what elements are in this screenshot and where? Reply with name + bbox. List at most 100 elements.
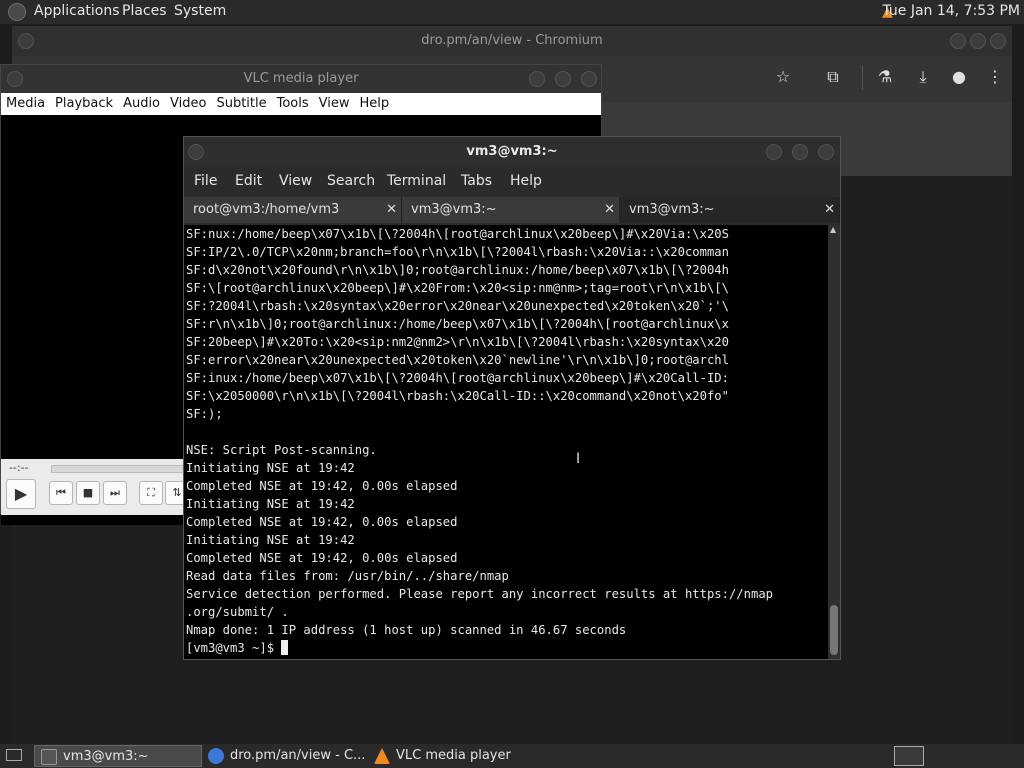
terminal-menu-file[interactable]: File	[194, 173, 217, 189]
terminal-line: SF:);	[186, 407, 223, 421]
terminal-prompt-line: [vm3@vm3 ~]$	[186, 639, 828, 657]
terminal-menu-edit[interactable]: Edit	[235, 173, 262, 189]
next-icon[interactable]: ⏭	[103, 481, 127, 505]
terminal-line: Initiating NSE at 19:42	[186, 533, 355, 547]
terminal-line: Completed NSE at 19:42, 0.00s elapsed	[186, 515, 458, 529]
vlc-menu-view[interactable]: View	[314, 93, 355, 114]
workspace-switcher[interactable]	[894, 746, 924, 766]
vlc-menu-tools[interactable]: Tools	[272, 93, 314, 114]
terminal-line: Completed NSE at 19:42, 0.00s elapsed	[186, 551, 458, 565]
close-tab-icon[interactable]: ✕	[386, 197, 397, 223]
download-icon[interactable]: ⤓	[912, 66, 934, 88]
taskbar: vm3@vm3:~ dro.pm/an/view - C... VLC medi…	[0, 744, 1024, 768]
terminal-line: Completed NSE at 19:42, 0.00s elapsed	[186, 479, 458, 493]
terminal-tab-vm3-active[interactable]: vm3@vm3:~ ✕	[620, 197, 840, 223]
terminal-menu-search[interactable]: Search	[327, 173, 375, 189]
minimize-icon[interactable]	[950, 33, 966, 49]
terminal-menu-view[interactable]: View	[279, 173, 312, 189]
terminal-line: Read data files from: /usr/bin/../share/…	[186, 569, 509, 583]
scroll-up-icon[interactable]: ▲	[830, 225, 836, 234]
terminal-menubar: File Edit View Search Terminal Tabs Help	[184, 171, 840, 193]
taskbar-label: VLC media player	[396, 748, 511, 763]
terminal-icon	[41, 749, 57, 765]
close-tab-icon[interactable]: ✕	[824, 197, 835, 223]
terminal-tabs: root@vm3:/home/vm3 ✕ vm3@vm3:~ ✕ vm3@vm3…	[184, 197, 840, 223]
terminal-scrollbar[interactable]: ▲	[828, 225, 840, 659]
vlc-menu-help[interactable]: Help	[355, 93, 395, 114]
maximize-icon[interactable]	[970, 33, 986, 49]
scrollbar-thumb[interactable]	[830, 605, 838, 655]
terminal-line: Nmap done: 1 IP address (1 host up) scan…	[186, 623, 627, 637]
vlc-menu-media[interactable]: Media	[1, 93, 50, 114]
previous-icon[interactable]: ⏮	[49, 481, 73, 505]
places-menu[interactable]: Places	[122, 3, 167, 19]
terminal-tab-root[interactable]: root@vm3:/home/vm3 ✕	[184, 197, 402, 223]
chromium-title: dro.pm/an/view - Chromium	[421, 33, 603, 48]
stop-icon[interactable]: ■	[76, 481, 100, 505]
close-icon[interactable]	[990, 33, 1006, 49]
terminal-line: SF:\x2050000\r\n\x1b\[\?2004l\rbash:\x20…	[186, 389, 729, 403]
vlc-icon	[374, 748, 390, 764]
terminal-line: SF:nux:/home/beep\x07\x1b\[\?2004h\[root…	[186, 227, 729, 241]
vlc-menu-subtitle[interactable]: Subtitle	[211, 93, 271, 114]
applications-icon[interactable]	[8, 3, 26, 21]
vlc-controls: --:-- ▶ ⏮ ■ ⏭ ⛶ ⇅	[1, 459, 191, 515]
vlc-seek-bar[interactable]	[51, 465, 187, 473]
bookmark-star-icon[interactable]: ☆	[772, 66, 794, 88]
terminal-line: SF:?2004l\rbash:\x20syntax\x20error\x20n…	[186, 299, 729, 313]
minimize-icon[interactable]	[529, 71, 545, 87]
terminal-line: .org/submit/ .	[186, 605, 289, 619]
chromium-titlebar[interactable]: dro.pm/an/view - Chromium	[12, 26, 1012, 56]
taskbar-label: dro.pm/an/view - C...	[230, 748, 366, 763]
vlc-titlebar[interactable]: VLC media player	[1, 65, 601, 93]
terminal-prompt: [vm3@vm3 ~]$	[186, 641, 282, 655]
menu-icon[interactable]: ⋮	[984, 66, 1006, 88]
terminal-line: SF:inux:/home/beep\x07\x1b\[\?2004h\[roo…	[186, 371, 729, 385]
window-menu-icon[interactable]	[7, 71, 23, 87]
system-menu[interactable]: System	[174, 3, 226, 19]
fullscreen-icon[interactable]: ⛶	[139, 481, 163, 505]
terminal-menu-terminal[interactable]: Terminal	[387, 173, 446, 189]
vlc-menu-video[interactable]: Video	[165, 93, 211, 114]
terminal-line: SF:d\x20not\x20found\r\n\x1b\]0;root@arc…	[186, 263, 729, 277]
applications-menu[interactable]: Applications	[34, 3, 120, 19]
toolbar-divider	[862, 66, 863, 90]
show-desktop-icon[interactable]	[6, 749, 22, 761]
minimize-icon[interactable]	[766, 144, 782, 160]
play-icon[interactable]: ▶	[6, 479, 36, 509]
taskbar-item-chromium[interactable]: dro.pm/an/view - C...	[202, 745, 368, 767]
terminal-line: SF:20beep\]#\x20To:\x20<sip:nm2@nm2>\r\n…	[186, 335, 729, 349]
terminal-line: SF:r\n\x1b\]0;root@archlinux:/home/beep\…	[186, 317, 729, 331]
text-cursor-icon: I	[576, 451, 581, 467]
terminal-line: Initiating NSE at 19:42	[186, 497, 355, 511]
terminal-window: vm3@vm3:~ File Edit View Search Terminal…	[183, 136, 841, 660]
vlc-menu-playback[interactable]: Playback	[50, 93, 118, 114]
extensions-icon[interactable]: ⧉	[822, 66, 844, 88]
maximize-icon[interactable]	[555, 71, 571, 87]
close-tab-icon[interactable]: ✕	[604, 197, 615, 223]
terminal-titlebar[interactable]: vm3@vm3:~	[184, 137, 840, 167]
chromium-icon	[208, 748, 224, 764]
terminal-line: Initiating NSE at 19:42	[186, 461, 355, 475]
top-panel: Applications Places System ▲ Tue Jan 14,…	[0, 0, 1024, 24]
terminal-menu-help[interactable]: Help	[510, 173, 542, 189]
clock[interactable]: Tue Jan 14, 7:53 PM	[882, 3, 1020, 19]
taskbar-item-vlc[interactable]: VLC media player	[368, 745, 538, 767]
profile-icon[interactable]: ●	[948, 66, 970, 88]
taskbar-label: vm3@vm3:~	[63, 749, 149, 764]
vlc-menu-audio[interactable]: Audio	[118, 93, 165, 114]
tab-label: vm3@vm3:~	[629, 202, 715, 217]
terminal-menu-tabs[interactable]: Tabs	[461, 173, 492, 189]
close-icon[interactable]	[581, 71, 597, 87]
tab-label: root@vm3:/home/vm3	[193, 202, 340, 217]
labs-icon[interactable]: ⚗	[874, 66, 896, 88]
close-icon[interactable]	[818, 144, 834, 160]
terminal-tab-vm3[interactable]: vm3@vm3:~ ✕	[402, 197, 620, 223]
terminal-output[interactable]: SF:nux:/home/beep\x07\x1b\[\?2004h\[root…	[184, 225, 828, 659]
terminal-line: SF:\[root@archlinux\x20beep\]#\x20From:\…	[186, 281, 729, 295]
taskbar-item-terminal[interactable]: vm3@vm3:~	[34, 745, 202, 767]
maximize-icon[interactable]	[792, 144, 808, 160]
window-menu-icon[interactable]	[188, 144, 204, 160]
window-menu-icon[interactable]	[18, 33, 34, 49]
